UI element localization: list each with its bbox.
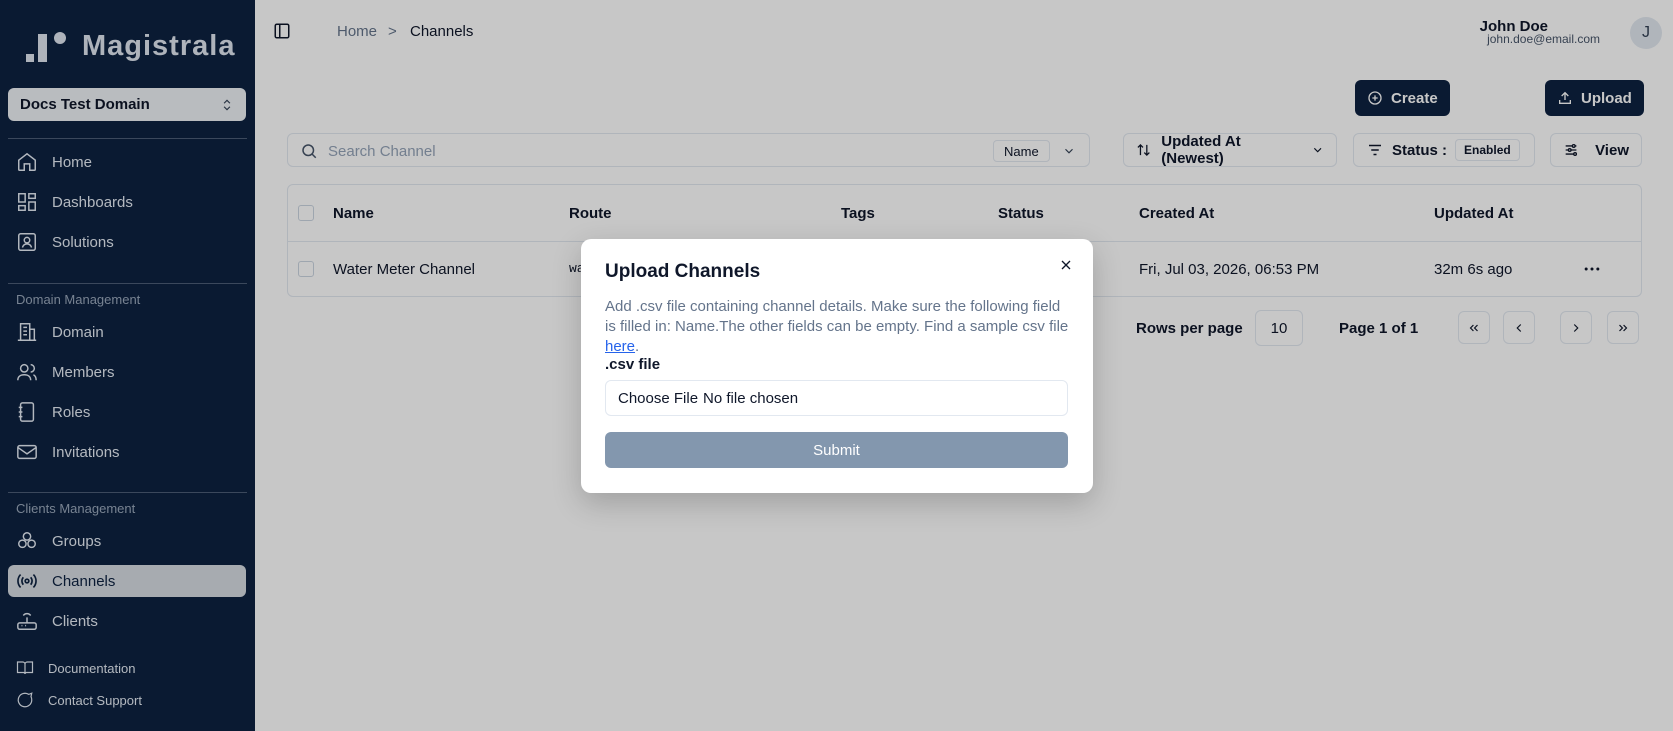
dialog-description-period: . (635, 338, 640, 355)
dialog-description-text: Add .csv file containing channel details… (605, 298, 1069, 335)
dialog-title: Upload Channels (605, 261, 761, 282)
submit-button[interactable]: Submit (605, 432, 1068, 468)
sample-csv-link[interactable]: here (605, 338, 635, 355)
choose-file-button[interactable]: Choose File (618, 390, 698, 407)
close-icon[interactable] (1058, 257, 1074, 273)
dialog-description: Add .csv file containing channel details… (605, 297, 1073, 357)
csv-file-label: .csv file (605, 356, 661, 373)
file-status-text: No file chosen (703, 389, 799, 407)
csv-file-input[interactable]: Choose File No file chosen (605, 380, 1068, 416)
upload-channels-dialog: Upload Channels Add .csv file containing… (581, 239, 1093, 493)
